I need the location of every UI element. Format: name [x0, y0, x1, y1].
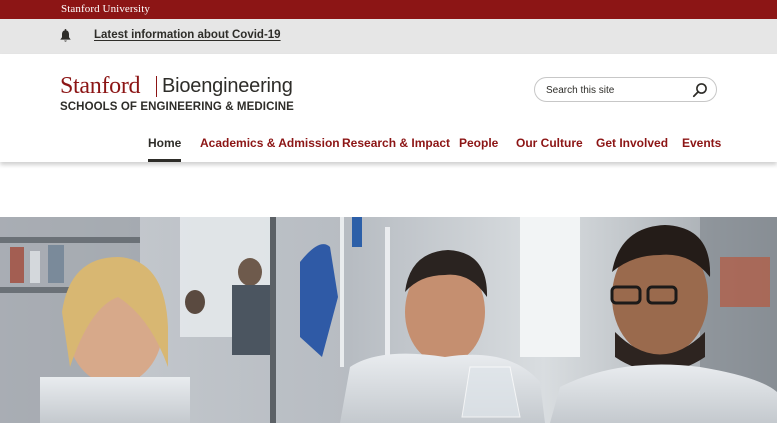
nav-academics-admission[interactable]: Academics & Admission [200, 136, 340, 162]
hero-image [0, 217, 777, 423]
search-icon[interactable] [692, 82, 708, 98]
nav-research-impact[interactable]: Research & Impact [342, 136, 450, 162]
site-header: Stanford Bioengineering SCHOOLS OF ENGIN… [0, 54, 777, 162]
nav-events[interactable]: Events [682, 136, 721, 162]
stanford-university-link[interactable]: Stanford University [61, 3, 150, 15]
main-nav: Home Academics & Admission Research & Im… [0, 136, 777, 162]
lockup-divider [156, 76, 157, 97]
search-box [534, 77, 717, 102]
covid-info-link[interactable]: Latest information about Covid-19 [94, 29, 281, 41]
stanford-wordmark: Stanford [60, 73, 141, 99]
department-name: Bioengineering [162, 75, 293, 97]
alert-bar: Latest information about Covid-19 [0, 19, 777, 54]
nav-get-involved[interactable]: Get Involved [596, 136, 668, 162]
global-stanford-bar: Stanford University [0, 0, 777, 19]
bell-icon [59, 29, 72, 43]
search-input[interactable] [546, 83, 686, 97]
nav-people[interactable]: People [459, 136, 498, 162]
nav-our-culture[interactable]: Our Culture [516, 136, 583, 162]
schools-line: SCHOOLS OF ENGINEERING & MEDICINE [60, 101, 294, 113]
nav-home[interactable]: Home [148, 136, 182, 162]
